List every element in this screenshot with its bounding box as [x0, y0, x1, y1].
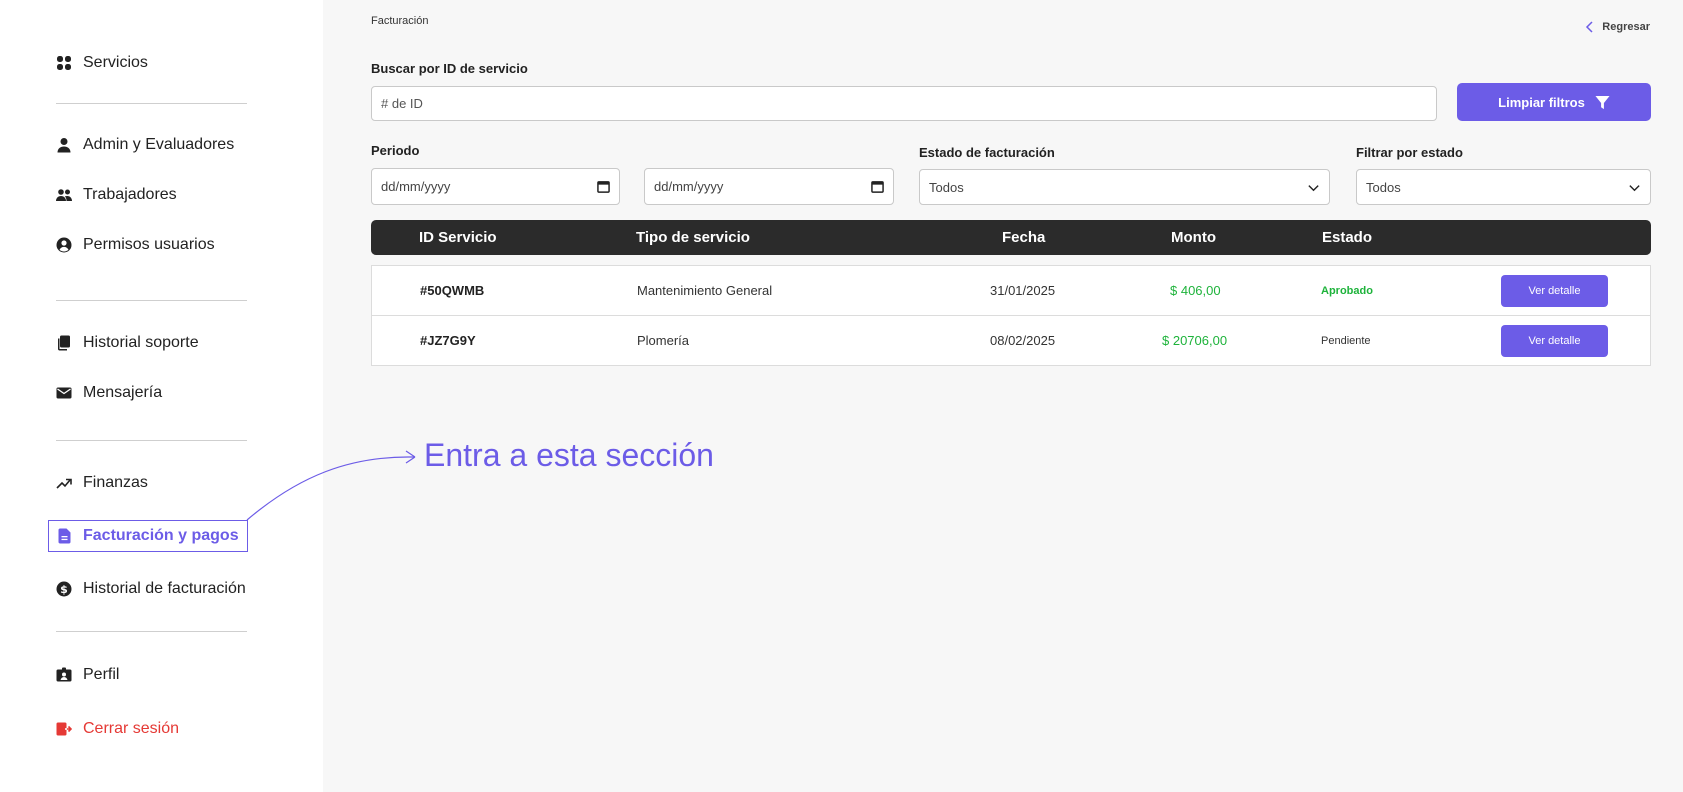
sidebar-item-label: Historial soporte: [83, 334, 199, 351]
date-from-input[interactable]: dd/mm/yyyy: [371, 168, 620, 205]
table-row: #JZ7G9Y Plomería 08/02/2025 $ 20706,00 P…: [372, 315, 1650, 364]
trend-up-icon: [56, 475, 72, 491]
table-header: ID Servicio Tipo de servicio Fecha Monto…: [371, 220, 1651, 255]
view-detail-button[interactable]: Ver detalle: [1501, 275, 1608, 307]
sidebar-item-label: Historial de facturación: [83, 580, 246, 597]
mail-icon: [56, 385, 72, 401]
svg-text:$: $: [60, 583, 68, 596]
back-link[interactable]: Regresar: [1585, 21, 1650, 33]
table-body: #50QWMB Mantenimiento General 31/01/2025…: [371, 265, 1651, 366]
column-header: ID Servicio: [419, 229, 497, 246]
sidebar-item-mensajeria[interactable]: Mensajería: [56, 380, 162, 406]
chevron-down-icon: [1628, 181, 1641, 194]
cell-id: #JZ7G9Y: [420, 333, 476, 348]
document-icon: [57, 528, 73, 544]
sidebar-item-trabajadores[interactable]: Trabajadores: [56, 182, 177, 208]
cell-monto: $ 406,00: [1170, 283, 1221, 298]
sidebar-item-historial-facturacion[interactable]: $ Historial de facturación: [56, 576, 246, 602]
status-badge: Pendiente: [1321, 335, 1371, 347]
column-header: Fecha: [1002, 229, 1046, 246]
column-header: Monto: [1171, 229, 1216, 246]
annotation-text: Entra a esta sección: [424, 437, 714, 473]
main-content: Facturación Regresar Buscar por ID de se…: [323, 0, 1683, 792]
cell-monto: $ 20706,00: [1162, 333, 1228, 348]
filter-state-label: Filtrar por estado: [1356, 145, 1463, 160]
date-to-input[interactable]: dd/mm/yyyy: [644, 168, 894, 205]
date-to-value: dd/mm/yyyy: [654, 179, 724, 194]
cell-tipo: Plomería: [637, 333, 690, 348]
filter-state-select[interactable]: Todos: [1356, 169, 1651, 205]
sidebar-item-label: Perfil: [83, 666, 120, 683]
sidebar-item-label: Facturación y pagos: [83, 527, 239, 544]
grid-icon: [56, 55, 72, 71]
dollar-circle-icon: $: [56, 581, 72, 597]
copy-icon: [56, 335, 72, 351]
divider: [56, 103, 247, 104]
date-from-value: dd/mm/yyyy: [381, 179, 451, 194]
sidebar-item-servicios[interactable]: Servicios: [56, 50, 148, 76]
clear-filters-label: Limpiar filtros: [1498, 94, 1585, 110]
divider: [56, 300, 247, 301]
sidebar-item-label: Cerrar sesión: [83, 720, 180, 737]
users-icon: [56, 187, 72, 203]
table-row: #50QWMB Mantenimiento General 31/01/2025…: [372, 266, 1650, 315]
annotation-arrow-icon: [246, 450, 416, 521]
cell-fecha: 08/02/2025: [990, 333, 1056, 348]
sidebar-item-admin[interactable]: Admin y Evaluadores: [56, 132, 234, 158]
breadcrumb: Facturación: [371, 15, 429, 27]
divider: [56, 440, 247, 441]
search-input[interactable]: # de ID: [371, 86, 1437, 121]
column-header: Tipo de servicio: [636, 229, 750, 246]
cell-tipo: Mantenimiento General: [637, 283, 773, 298]
filter-state-value: Todos: [1366, 179, 1401, 195]
period-label: Periodo: [371, 143, 420, 158]
column-header: Estado: [1322, 229, 1373, 246]
status-badge: Aprobado: [1321, 285, 1373, 297]
logout-icon: [56, 721, 72, 737]
sidebar-item-perfil[interactable]: Perfil: [56, 662, 119, 688]
sidebar-item-label: Finanzas: [83, 474, 148, 491]
calendar-icon[interactable]: [597, 180, 610, 193]
sidebar-item-cerrar-sesion[interactable]: Cerrar sesión: [56, 716, 179, 742]
sidebar-item-permisos[interactable]: Permisos usuarios: [56, 232, 215, 258]
sidebar-item-label: Admin y Evaluadores: [83, 136, 235, 153]
sidebar-item-facturacion-pagos[interactable]: Facturación y pagos: [48, 520, 248, 552]
view-detail-button[interactable]: Ver detalle: [1501, 325, 1608, 357]
sidebar-item-finanzas[interactable]: Finanzas: [56, 470, 148, 496]
id-card-icon: [56, 667, 72, 683]
sidebar-item-label: Trabajadores: [83, 186, 177, 203]
calendar-icon[interactable]: [871, 180, 884, 193]
billing-state-value: Todos: [929, 179, 964, 195]
divider: [56, 631, 247, 632]
billing-state-label: Estado de facturación: [919, 145, 1055, 160]
cell-fecha: 31/01/2025: [990, 283, 1056, 298]
user-icon: [56, 137, 72, 153]
chevron-down-icon: [1307, 181, 1320, 194]
sidebar-item-label: Mensajería: [83, 384, 163, 401]
filter-icon: [1595, 95, 1610, 109]
chevron-left-icon: [1586, 21, 1593, 33]
back-label: Regresar: [1602, 21, 1650, 33]
search-placeholder: # de ID: [381, 96, 423, 111]
sidebar-item-historial-soporte[interactable]: Historial soporte: [56, 330, 199, 356]
cell-id: #50QWMB: [420, 283, 485, 298]
billing-state-select[interactable]: Todos: [919, 169, 1330, 205]
sidebar-item-label: Servicios: [83, 54, 148, 71]
search-label: Buscar por ID de servicio: [371, 61, 528, 76]
user-circle-icon: [56, 237, 72, 253]
sidebar: Servicios Admin y Evaluadores Trabajador…: [0, 0, 323, 792]
sidebar-item-label: Permisos usuarios: [83, 236, 215, 253]
clear-filters-button[interactable]: Limpiar filtros: [1457, 83, 1651, 121]
